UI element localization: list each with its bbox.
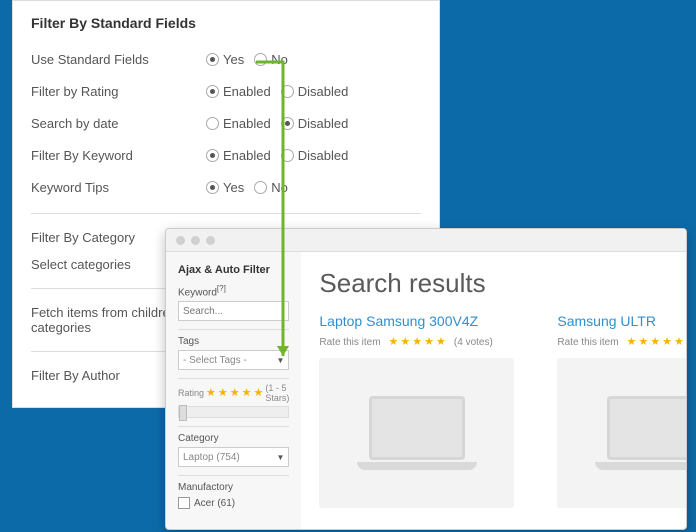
results-area: Search results Laptop Samsung 300V4Z Rat… [301, 252, 687, 529]
star-icon: ★ [254, 388, 264, 399]
radio-icon [281, 85, 294, 98]
chevron-down-icon: ▼ [276, 356, 284, 365]
row-keyword-tips: Keyword Tips Yes No [31, 171, 421, 203]
product-title-link[interactable]: Laptop Samsung 300V4Z [319, 313, 519, 329]
browser-titlebar [166, 229, 686, 252]
divider [178, 329, 289, 330]
radio-icon [206, 117, 219, 130]
rating-filter: Rating ★ ★ ★ ★ ★ (1 - 5 Stars) [178, 383, 289, 403]
field-label: Use Standard Fields [31, 52, 206, 67]
divider [178, 378, 289, 379]
radio-enabled[interactable]: Enabled [206, 148, 271, 163]
keyword-label: Keyword[?] [178, 284, 289, 298]
radio-icon [281, 117, 294, 130]
product-thumbnail[interactable] [319, 358, 514, 508]
field-label: Filter by Rating [31, 84, 206, 99]
checkbox-icon [178, 497, 190, 509]
browser-window: Ajax & Auto Filter Keyword[?] Tags - Sel… [165, 228, 687, 530]
product-thumbnail[interactable] [557, 358, 687, 508]
radio-disabled[interactable]: Disabled [281, 148, 349, 163]
window-dot-icon [206, 236, 215, 245]
manufactory-option[interactable]: Acer (61) [178, 497, 289, 509]
divider [31, 213, 421, 214]
star-icon: ★ [218, 388, 228, 399]
product-card: Laptop Samsung 300V4Z Rate this item ★ ★… [319, 313, 519, 508]
manufactory-label: Manufactory [178, 482, 289, 493]
filter-sidebar: Ajax & Auto Filter Keyword[?] Tags - Sel… [166, 252, 301, 529]
radio-yes[interactable]: Yes [206, 52, 244, 67]
chevron-down-icon: ▼ [276, 453, 284, 462]
star-icon[interactable]: ★ [389, 337, 399, 348]
rating-row: Rate this item ★ ★ ★ ★ ★ [557, 337, 687, 348]
radio-icon [206, 149, 219, 162]
star-icon[interactable]: ★ [436, 337, 446, 348]
field-label: Keyword Tips [31, 180, 206, 195]
field-label: Filter By Keyword [31, 148, 206, 163]
radio-icon [281, 149, 294, 162]
radio-enabled[interactable]: Enabled [206, 116, 271, 131]
sidebar-title: Ajax & Auto Filter [178, 264, 289, 276]
laptop-icon [595, 396, 687, 470]
radio-disabled[interactable]: Disabled [281, 116, 349, 131]
window-dot-icon [176, 236, 185, 245]
keyword-input[interactable] [178, 301, 289, 321]
divider [178, 475, 289, 476]
divider [178, 426, 289, 427]
rating-slider[interactable] [178, 406, 289, 418]
radio-disabled[interactable]: Disabled [281, 84, 349, 99]
field-label: Search by date [31, 116, 206, 131]
star-icon: ★ [206, 388, 216, 399]
tags-label: Tags [178, 336, 289, 347]
star-icon: ★ [242, 388, 252, 399]
row-filter-by-keyword: Filter By Keyword Enabled Disabled [31, 139, 421, 171]
window-dot-icon [191, 236, 200, 245]
settings-title: Filter By Standard Fields [31, 15, 421, 31]
radio-icon [254, 53, 267, 66]
rating-row: Rate this item ★ ★ ★ ★ ★ (4 votes) [319, 337, 519, 348]
results-title: Search results [319, 268, 687, 299]
star-icon[interactable]: ★ [412, 337, 422, 348]
category-select[interactable]: Laptop (754) ▼ [178, 447, 289, 467]
radio-no[interactable]: No [254, 52, 288, 67]
star-icon: ★ [230, 388, 240, 399]
star-icon[interactable]: ★ [650, 337, 660, 348]
star-icon[interactable]: ★ [400, 337, 410, 348]
row-use-standard-fields: Use Standard Fields Yes No [31, 43, 421, 75]
row-search-by-date: Search by date Enabled Disabled [31, 107, 421, 139]
radio-icon [206, 181, 219, 194]
category-label: Category [178, 433, 289, 444]
star-icon[interactable]: ★ [638, 337, 648, 348]
radio-icon [206, 53, 219, 66]
radio-no[interactable]: No [254, 180, 288, 195]
star-icon[interactable]: ★ [674, 337, 684, 348]
radio-icon [254, 181, 267, 194]
product-title-link[interactable]: Samsung ULTR [557, 313, 687, 329]
star-icon[interactable]: ★ [627, 337, 637, 348]
star-icon[interactable]: ★ [662, 337, 672, 348]
tags-select[interactable]: - Select Tags - ▼ [178, 350, 289, 370]
star-icon[interactable]: ★ [424, 337, 434, 348]
slider-handle[interactable] [179, 405, 187, 421]
laptop-icon [357, 396, 477, 470]
product-card: Samsung ULTR Rate this item ★ ★ ★ ★ ★ [557, 313, 687, 508]
fetch-children-note: Fetch items from children categories [31, 299, 181, 341]
radio-enabled[interactable]: Enabled [206, 84, 271, 99]
radio-icon [206, 85, 219, 98]
row-filter-by-rating: Filter by Rating Enabled Disabled [31, 75, 421, 107]
radio-yes[interactable]: Yes [206, 180, 244, 195]
